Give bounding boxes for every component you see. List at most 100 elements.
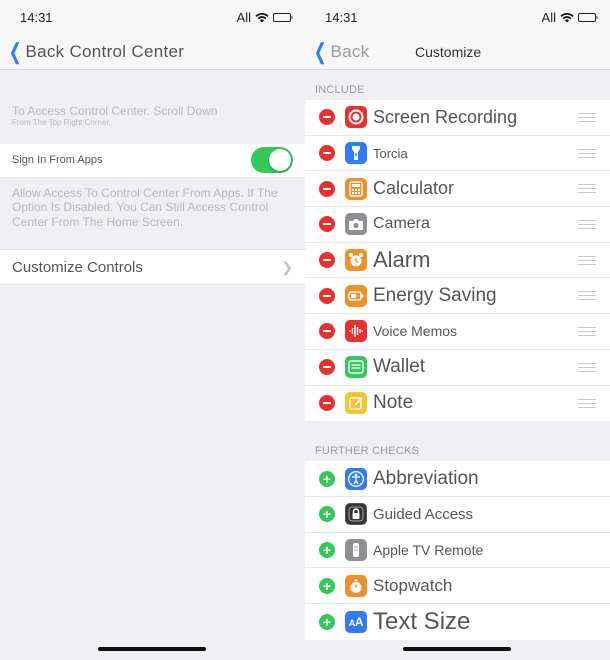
reorder-handle-icon[interactable]: [578, 110, 596, 125]
control-label: Apple TV Remote: [373, 541, 484, 558]
control-label: Camera: [373, 215, 430, 233]
nav-bar: ❮ Back Control Center: [0, 34, 305, 70]
tv-remote-icon: [345, 538, 367, 561]
list-item: Calculator: [305, 171, 610, 208]
battery-icon: [273, 12, 293, 22]
reorder-handle-icon[interactable]: [578, 396, 596, 411]
status-bar: 14:31 All: [305, 0, 610, 34]
guided-access-icon: [345, 503, 367, 526]
remove-control-button[interactable]: [319, 216, 335, 233]
back-label: Back Control Center: [25, 41, 185, 61]
alarm-icon: [345, 249, 367, 272]
customize-screen: 14:31 All ❮ Back Customize INCLUDE Scree…: [305, 0, 610, 660]
status-bar: 14:31 All: [0, 0, 305, 34]
chevron-left-icon: ❮: [313, 38, 327, 64]
reorder-handle-icon[interactable]: [578, 217, 596, 232]
control-label: Abbreviation: [373, 467, 479, 489]
list-item: Screen Recording: [305, 100, 610, 136]
list-item: + Stopwatch: [305, 568, 610, 604]
plus-icon: +: [322, 541, 332, 558]
list-item: Alarm: [305, 243, 610, 279]
include-section-header: INCLUDE: [315, 84, 365, 96]
control-center-screen: 14:31 All ❮ Back Control Center To Acces…: [0, 0, 305, 660]
home-indicator[interactable]: [98, 647, 206, 651]
control-label: Guided Access: [373, 505, 474, 523]
back-label: Back: [330, 41, 370, 61]
wifi-icon: [560, 12, 574, 22]
note-icon: [345, 392, 367, 415]
list-item: + Abbreviation: [305, 461, 610, 497]
screen-recording-icon: [345, 106, 367, 129]
remove-control-button[interactable]: [319, 287, 335, 304]
remove-control-button[interactable]: [319, 252, 335, 269]
chevron-left-icon: ❮: [8, 38, 22, 64]
carrier-label: All: [541, 9, 556, 25]
status-time: 14:31: [325, 9, 358, 25]
control-label: Text Size: [373, 607, 471, 635]
list-item: + AA Text Size: [305, 604, 610, 640]
intro-line-1: To Access Control Center. Scroll Down: [12, 104, 218, 118]
customize-controls-row[interactable]: Customize Controls ❯: [0, 249, 305, 286]
calculator-icon: [345, 177, 367, 200]
back-button[interactable]: ❮ Back Control Center: [0, 38, 185, 64]
wallet-icon: [345, 356, 367, 379]
intro-line-2: From The Top Right Corner.: [12, 118, 111, 128]
reorder-handle-icon[interactable]: [578, 253, 596, 268]
flashlight-icon: [345, 142, 367, 165]
battery-icon: [345, 284, 367, 307]
status-indicators: All: [541, 9, 598, 25]
reorder-handle-icon[interactable]: [578, 146, 596, 161]
plus-icon: +: [322, 613, 332, 630]
list-item: Torcia: [305, 136, 610, 172]
control-label: Stopwatch: [373, 575, 453, 595]
control-label: Note: [373, 392, 414, 414]
further-checks-list: + Abbreviation + Guided Access + Apple TV Rem…: [305, 461, 610, 640]
reorder-handle-icon[interactable]: [578, 181, 596, 196]
wifi-icon: [255, 12, 269, 22]
back-button[interactable]: ❮ Back: [305, 38, 370, 64]
screens: 14:31 All ❮ Back Control Center To Acces…: [0, 0, 610, 660]
list-item: Energy Saving: [305, 278, 610, 315]
control-label: Wallet: [373, 356, 426, 378]
list-item: + Guided Access: [305, 497, 610, 533]
list-item: Camera: [305, 207, 610, 243]
remove-control-button[interactable]: [319, 109, 335, 126]
further-checks-section-header: FURTHER CHECKS: [315, 445, 420, 458]
remove-control-button[interactable]: [319, 323, 335, 340]
status-time: 14:31: [20, 9, 53, 25]
reorder-handle-icon[interactable]: [578, 288, 596, 303]
status-indicators: All: [236, 9, 293, 25]
control-label: Calculator: [373, 178, 455, 199]
remove-control-button[interactable]: [319, 395, 335, 412]
text-size-icon: AA: [345, 610, 367, 633]
nav-bar: ❮ Back Customize: [305, 34, 610, 70]
control-label: Screen Recording: [373, 106, 518, 127]
control-label: Torcia: [373, 145, 408, 161]
customize-controls-label: Customize Controls: [12, 258, 143, 276]
add-control-button[interactable]: +: [319, 470, 335, 487]
home-indicator[interactable]: [403, 647, 511, 651]
remove-control-button[interactable]: [319, 145, 335, 162]
reorder-handle-icon[interactable]: [578, 360, 596, 375]
add-control-button[interactable]: +: [319, 577, 335, 594]
sign-in-toggle[interactable]: [251, 147, 293, 174]
add-control-button[interactable]: +: [319, 613, 335, 630]
add-control-button[interactable]: +: [319, 506, 335, 523]
include-list: Screen Recording Torcia Calculator Camera Al…: [305, 100, 610, 422]
control-label: Voice Memos: [373, 323, 458, 340]
sign-in-label: Sign In From Apps: [12, 154, 103, 167]
reorder-handle-icon[interactable]: [578, 324, 596, 339]
plus-icon: +: [322, 506, 332, 523]
list-item: Note: [305, 386, 610, 422]
list-item: Voice Memos: [305, 314, 610, 350]
camera-icon: [345, 213, 367, 236]
add-control-button[interactable]: +: [319, 541, 335, 558]
sign-in-footer: Allow Access To Control Center From Apps…: [12, 185, 278, 229]
plus-icon: +: [322, 577, 332, 594]
carrier-label: All: [236, 9, 251, 25]
battery-icon: [578, 12, 598, 22]
remove-control-button[interactable]: [319, 180, 335, 197]
remove-control-button[interactable]: [319, 359, 335, 376]
control-label: Energy Saving: [373, 284, 497, 306]
page-title: Customize: [415, 43, 482, 60]
